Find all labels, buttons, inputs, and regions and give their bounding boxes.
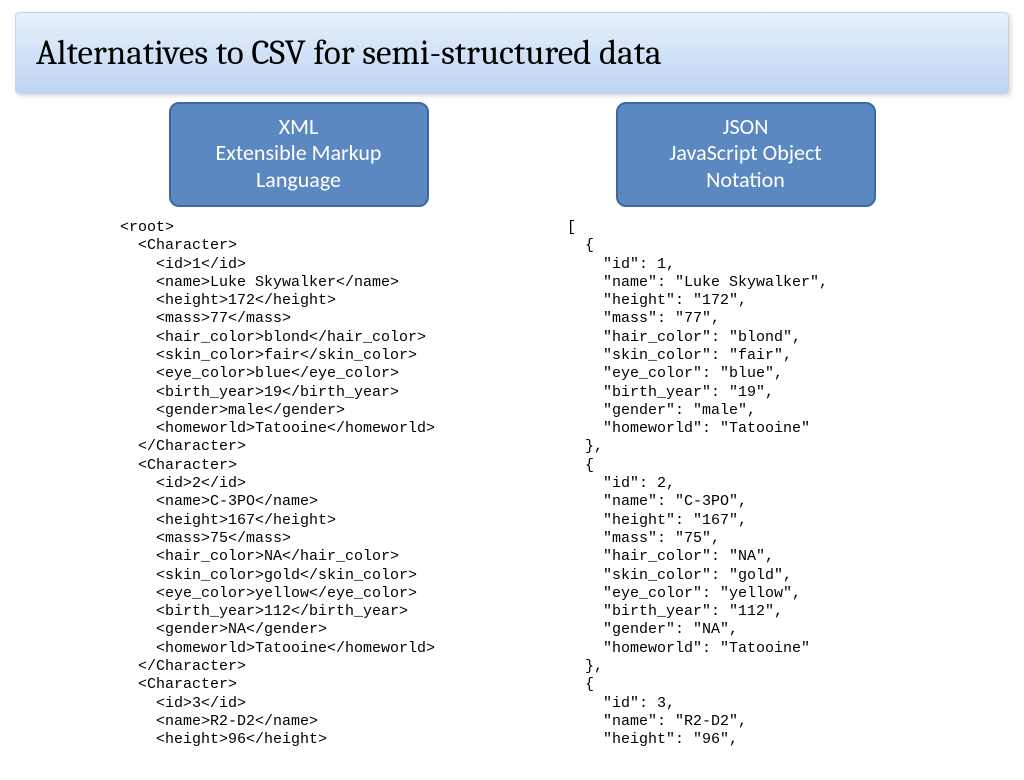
badge-xml: XML Extensible Markup Language (169, 102, 429, 207)
slide-title: Alternatives to CSV for semi-structured … (36, 31, 988, 75)
code-json: [ { "id": 1, "name": "Luke Skywalker", "… (567, 219, 828, 750)
code-xml: <root> <Character> <id>1</id> <name>Luke… (120, 219, 435, 750)
slide-title-box: Alternatives to CSV for semi-structured … (15, 12, 1009, 94)
badge-json-line2: JavaScript Object Notation (636, 140, 856, 193)
badge-xml-line1: XML (189, 114, 409, 140)
badge-xml-line2: Extensible Markup Language (189, 140, 409, 193)
badge-json: JSON JavaScript Object Notation (616, 102, 876, 207)
column-xml: XML Extensible Markup Language <root> <C… (115, 102, 482, 750)
column-json: JSON JavaScript Object Notation [ { "id"… (562, 102, 929, 750)
badge-json-line1: JSON (636, 114, 856, 140)
columns: XML Extensible Markup Language <root> <C… (0, 102, 1024, 750)
